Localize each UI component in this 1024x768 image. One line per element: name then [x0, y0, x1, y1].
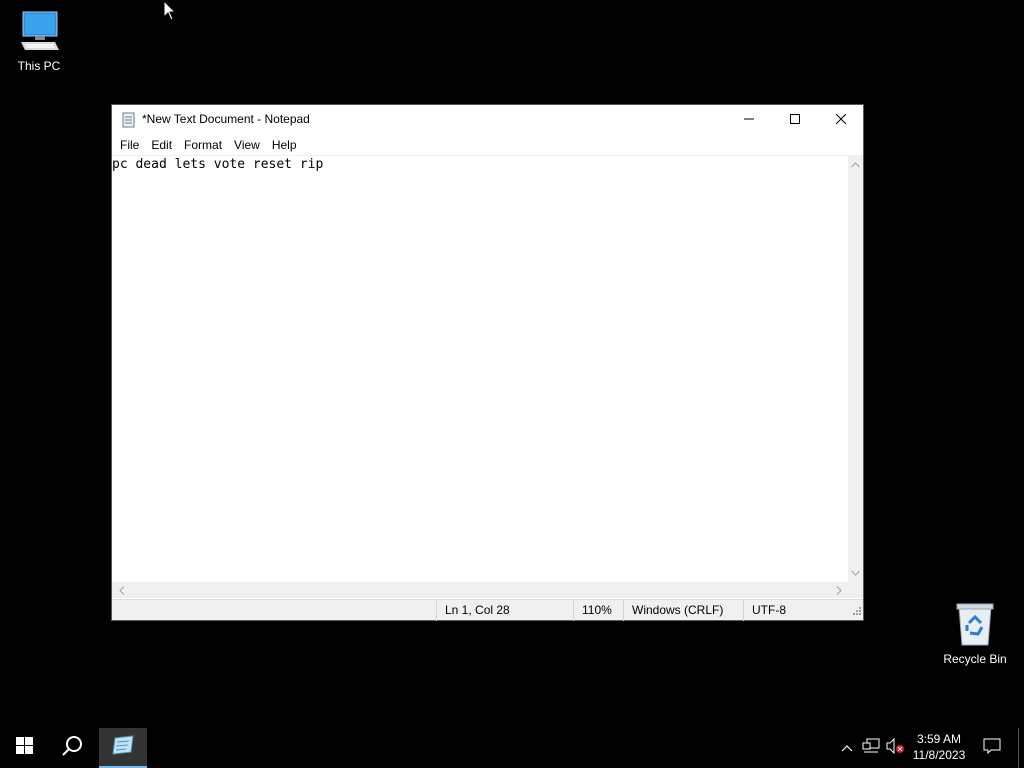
clock[interactable]: 3:59 AM 11/8/2023 — [908, 731, 970, 763]
search-icon — [61, 735, 83, 762]
line-ending: Windows (CRLF) — [623, 600, 743, 621]
search-button[interactable] — [48, 728, 96, 768]
text-editor-area[interactable]: pc dead lets vote reset rip — [112, 155, 848, 582]
maximize-button[interactable] — [772, 105, 818, 134]
show-hidden-icons-button[interactable] — [836, 728, 858, 768]
mouse-cursor-icon — [163, 0, 177, 27]
scroll-up-icon[interactable] — [848, 157, 863, 172]
clock-time: 3:59 AM — [916, 732, 962, 746]
volume-muted-icon — [885, 737, 905, 759]
notepad-window[interactable]: *New Text Document - Notepad File Edit F… — [111, 104, 864, 621]
minimize-icon — [744, 111, 754, 129]
menu-edit[interactable]: Edit — [145, 135, 178, 155]
window-title: *New Text Document - Notepad — [142, 112, 310, 126]
menu-file[interactable]: File — [114, 135, 145, 155]
network-button[interactable] — [860, 728, 882, 768]
this-pc-desktop-icon[interactable]: This PC — [0, 10, 79, 73]
close-button[interactable] — [818, 105, 864, 134]
show-desktop-button[interactable] — [1018, 728, 1019, 768]
computer-icon — [15, 11, 63, 57]
recycle-bin-desktop-icon[interactable]: Recycle Bin — [935, 601, 1015, 666]
minimize-button[interactable] — [726, 105, 772, 134]
windows-logo-icon — [15, 737, 33, 759]
menu-view[interactable]: View — [228, 135, 266, 155]
horizontal-scrollbar[interactable] — [112, 582, 848, 598]
cursor-position: Ln 1, Col 28 — [436, 600, 573, 621]
clock-date: 11/8/2023 — [912, 748, 966, 762]
taskbar: 3:59 AM 11/8/2023 — [0, 728, 1024, 768]
chevron-up-icon — [841, 739, 853, 757]
start-button[interactable] — [0, 728, 48, 768]
document-text: pc dead lets vote reset rip — [112, 157, 324, 172]
notification-icon — [983, 738, 1001, 759]
scroll-down-icon[interactable] — [848, 565, 863, 580]
scroll-right-icon[interactable] — [831, 582, 846, 598]
menu-bar: File Edit Format View Help — [112, 135, 863, 155]
notepad-app-icon — [111, 734, 135, 761]
scroll-left-icon[interactable] — [114, 582, 129, 598]
action-center-button[interactable] — [978, 728, 1006, 768]
zoom-level: 110% — [573, 600, 623, 621]
recycle-bin-icon — [953, 603, 997, 650]
volume-button[interactable] — [884, 728, 906, 768]
scrollbar-corner — [848, 582, 863, 598]
encoding: UTF-8 — [743, 600, 863, 621]
taskbar-notepad-button[interactable] — [99, 728, 147, 768]
network-icon — [862, 738, 880, 759]
maximize-icon — [790, 111, 800, 129]
menu-help[interactable]: Help — [266, 135, 303, 155]
title-bar[interactable]: *New Text Document - Notepad — [112, 105, 863, 134]
close-icon — [835, 111, 847, 129]
resize-grip-icon[interactable] — [852, 605, 862, 619]
this-pc-label: This PC — [17, 59, 61, 73]
notepad-app-icon — [121, 112, 137, 133]
status-bar: Ln 1, Col 28 110% Windows (CRLF) UTF-8 — [112, 599, 863, 621]
vertical-scrollbar[interactable] — [848, 155, 863, 582]
recycle-bin-label: Recycle Bin — [943, 652, 1007, 666]
menu-format[interactable]: Format — [178, 135, 228, 155]
